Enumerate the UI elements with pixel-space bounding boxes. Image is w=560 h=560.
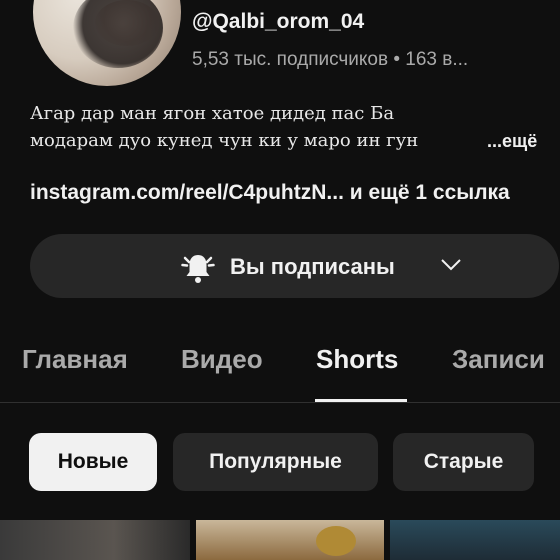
- more-button[interactable]: ...ещё: [487, 131, 537, 152]
- channel-links[interactable]: instagram.com/reel/C4puhtzN... и ещё 1 с…: [30, 181, 510, 205]
- bell-ringing-icon: [181, 255, 215, 283]
- short-thumbnail-1[interactable]: [0, 520, 190, 560]
- channel-avatar[interactable]: [33, 0, 181, 86]
- filter-chip-old[interactable]: Старые: [393, 433, 534, 491]
- description-line-1: Агар дар ман ягон хатое дидед пас Ба: [30, 103, 395, 124]
- short-thumbnail-2[interactable]: [196, 520, 384, 560]
- tab-shorts[interactable]: Shorts: [316, 344, 398, 375]
- subscribed-button[interactable]: Вы подписаны: [30, 234, 559, 298]
- tab-home[interactable]: Главная: [22, 344, 128, 375]
- short-thumbnail-3[interactable]: [390, 520, 560, 560]
- filter-chip-new[interactable]: Новые: [29, 433, 157, 491]
- filter-chip-popular[interactable]: Популярные: [173, 433, 378, 491]
- tab-posts[interactable]: Записи: [452, 344, 545, 375]
- channel-handle: @Qalbi_orom_04: [192, 10, 365, 33]
- channel-meta: 5,53 тыс. подписчиков • 163 в...: [192, 49, 469, 70]
- subscribed-label: Вы подписаны: [230, 254, 395, 279]
- channel-tabs: Главная Видео Shorts Записи: [0, 330, 560, 402]
- tabs-divider: [0, 402, 560, 403]
- chevron-down-icon: [441, 259, 461, 271]
- tab-videos[interactable]: Видео: [181, 344, 263, 375]
